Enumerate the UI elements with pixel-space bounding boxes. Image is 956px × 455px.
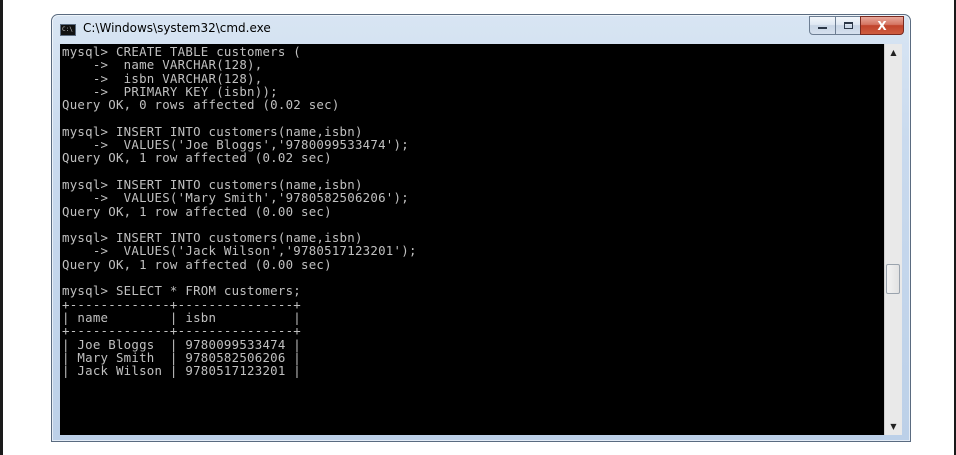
maximize-icon — [843, 22, 853, 29]
scroll-down-icon[interactable]: ▼ — [885, 418, 902, 435]
minimize-button[interactable] — [809, 16, 836, 35]
title-bar[interactable]: C:\ C:\Windows\system32\cmd.exe X — [52, 15, 910, 44]
page-border-left — [0, 0, 3, 455]
close-icon: X — [877, 18, 887, 33]
window-title: C:\Windows\system32\cmd.exe — [83, 21, 271, 35]
maximize-button[interactable] — [835, 16, 861, 35]
console-output[interactable]: mysql> CREATE TABLE customers ( -> name … — [60, 44, 884, 435]
minimize-icon — [818, 27, 827, 29]
close-button[interactable]: X — [860, 16, 904, 35]
cmd-app-icon[interactable]: C:\ — [60, 24, 76, 36]
scroll-up-icon[interactable]: ▲ — [885, 44, 902, 61]
caption-buttons: X — [809, 16, 904, 35]
vertical-scrollbar[interactable]: ▲ ▼ — [884, 44, 902, 435]
console-text: mysql> CREATE TABLE customers ( -> name … — [62, 44, 417, 379]
cmd-window: C:\ C:\Windows\system32\cmd.exe X mysql>… — [51, 14, 911, 442]
scroll-thumb[interactable] — [886, 264, 900, 294]
